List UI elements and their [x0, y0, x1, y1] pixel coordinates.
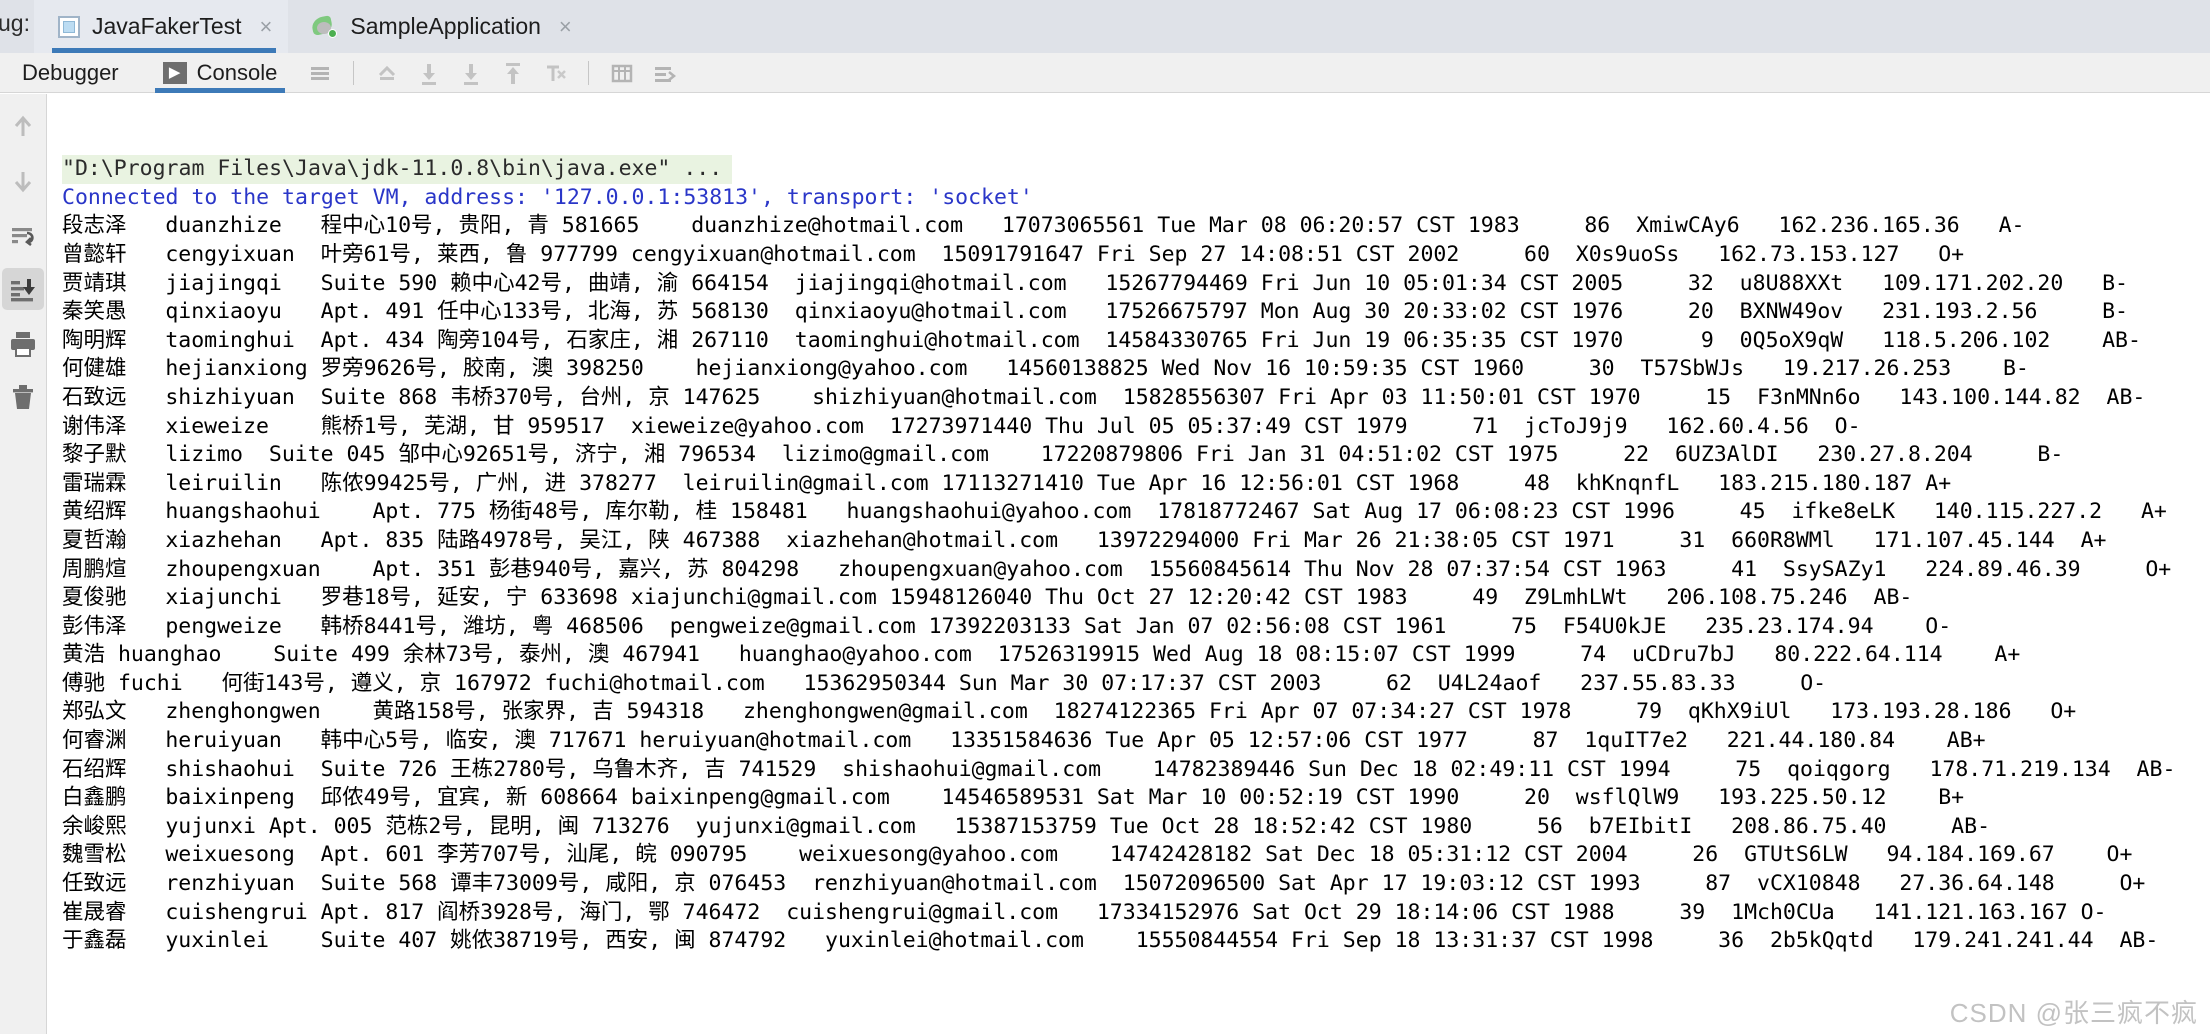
console-command-line: "D:\Program Files\Java\jdk-11.0.8\bin\ja… [62, 155, 733, 184]
console-play-icon: ▶ [162, 61, 187, 84]
console-data-row: 雷瑞霖 leiruilin 陈侬99425号, 广州, 进 378277 lei… [62, 470, 1952, 496]
console-info-line: Connected to the target VM, address: '12… [62, 184, 1033, 210]
console-data-row: 任致远 renzhiyuan Suite 568 谭丰73009号, 咸阳, 京… [62, 871, 2146, 897]
run-tab-strip: ug: JavaFakerTest × SampleApplication × [0, 0, 2210, 53]
scroll-to-end-icon[interactable] [450, 53, 492, 93]
soft-wrap-lines-icon[interactable] [2, 214, 44, 256]
tab-console[interactable]: ▶ Console [141, 53, 300, 93]
scroll-down-icon[interactable] [408, 53, 450, 93]
debug-panel-label: ug: [0, 10, 30, 36]
junit-icon [57, 15, 80, 38]
tab-debugger-label: Debugger [22, 59, 119, 85]
tab-debugger[interactable]: Debugger [0, 53, 141, 93]
console-toolbar: Debugger ▶ Console [0, 53, 2210, 93]
console-data-row: 段志泽 duanzhize 程中心10号, 贵阳, 青 581665 duanz… [62, 213, 2025, 239]
toolbar-separator [353, 60, 355, 85]
tab-javafakertest[interactable]: JavaFakerTest × [33, 0, 289, 53]
console-data-row: 余峻熙 yujunxi Apt. 005 范栋2号, 昆明, 闽 713276 … [62, 813, 1991, 839]
console-data-row: 夏哲瀚 xiazhehan Apt. 835 陆路4978号, 吴江, 陕 46… [62, 527, 2107, 553]
console-data-row: 周鹏煊 zhoupengxuan Apt. 351 彭巷940号, 嘉兴, 苏 … [62, 556, 2172, 582]
console-data-row: 曾懿轩 cengyixuan 叶旁61号, 莱西, 鲁 977799 cengy… [62, 241, 1965, 267]
settings-lines-icon[interactable] [643, 53, 685, 93]
close-icon[interactable]: × [553, 15, 572, 38]
console-data-row: 黄绍辉 huangshaohui Apt. 775 杨街48号, 库尔勒, 桂 … [62, 499, 2167, 525]
soft-wrap-icon[interactable] [299, 53, 341, 93]
console-data-row: 秦笑愚 qinxiaoyu Apt. 491 任中心133号, 北海, 苏 56… [62, 299, 2129, 325]
close-icon[interactable]: × [254, 15, 273, 38]
console-data-row: 于鑫磊 yuxinlei Suite 407 姚侬38719号, 西安, 闽 8… [62, 928, 2159, 954]
console-side-toolbar [0, 94, 47, 1034]
console-data-row: 何健雄 hejianxiong 罗旁9626号, 胶南, 澳 398250 he… [62, 356, 2029, 382]
up-to-stack-icon[interactable] [366, 53, 408, 93]
console-data-row: 白鑫鹏 baixinpeng 邱侬49号, 宜宾, 新 608664 baixi… [62, 785, 1965, 811]
console-data-row: 谢伟泽 xieweize 熊桥1号, 芜湖, 甘 959517 xieweize… [62, 413, 1861, 439]
console-data-row: 郑弘文 zhenghongwen 黄路158号, 张家界, 吉 594318 z… [62, 699, 2077, 725]
table-icon[interactable] [601, 53, 643, 93]
toolbar-separator-2 [588, 60, 590, 85]
spring-leaf-icon [310, 14, 338, 38]
tab-title: JavaFakerTest [91, 13, 242, 39]
tab-title: SampleApplication [350, 13, 541, 39]
console-data-row: 黎子默 lizimo Suite 045 邹中心92651号, 济宁, 湘 79… [62, 442, 2064, 468]
console-data-row: 黄浩 huanghao Suite 499 余林73号, 泰州, 澳 46794… [62, 642, 2021, 668]
console-data-row: 何睿渊 heruiyuan 韩中心5号, 临安, 澳 717671 heruiy… [62, 728, 1986, 754]
arrow-down-icon[interactable] [2, 160, 44, 202]
console-scrollbar[interactable] [2204, 94, 2210, 1034]
console-data-row: 崔晟睿 cuishengrui Apt. 817 阎桥3928号, 海门, 鄂 … [62, 899, 2107, 925]
print-icon[interactable] [2, 322, 44, 364]
console-data-row: 陶明辉 taominghui Apt. 434 陶旁104号, 石家庄, 湘 2… [62, 327, 2141, 353]
tab-sampleapplication[interactable]: SampleApplication × [288, 0, 587, 53]
console-line: "D:\Program Files\Java\jdk-11.0.8\bin\ja… [48, 155, 2210, 184]
clear-text-icon[interactable] [534, 53, 576, 93]
console-data-row: 魏雪松 weixuesong Apt. 601 李芳707号, 汕尾, 皖 09… [62, 842, 2133, 868]
scroll-to-end-icon[interactable] [2, 268, 44, 310]
arrow-up-icon[interactable] [2, 106, 44, 148]
tab-console-label: Console [196, 59, 278, 85]
console-data-row: 石绍辉 shishaohui Suite 726 王栋2780号, 乌鲁木齐, … [62, 756, 2176, 782]
console-data-row: 石致远 shizhiyuan Suite 868 韦桥370号, 台州, 京 1… [62, 384, 2146, 410]
console-data-row: 傅驰 fuchi 何街143号, 遵义, 京 167972 fuchi@hotm… [62, 670, 1827, 696]
console-data-row: 夏俊驰 xiajunchi 罗巷18号, 延安, 宁 633698 xiajun… [62, 585, 1913, 611]
debug-console-window: ug: JavaFakerTest × SampleApplication × … [0, 0, 2210, 1034]
trash-icon[interactable] [2, 376, 44, 418]
console-output[interactable]: "D:\Program Files\Java\jdk-11.0.8\bin\ja… [48, 94, 2210, 1034]
scroll-to-top-icon[interactable] [492, 53, 534, 93]
console-data-row: 彭伟泽 pengweize 韩桥8441号, 潍坊, 粤 468506 peng… [62, 613, 1952, 639]
console-data-row: 贾靖琪 jiajingqi Suite 590 赖中心42号, 曲靖, 渝 66… [62, 270, 2129, 296]
